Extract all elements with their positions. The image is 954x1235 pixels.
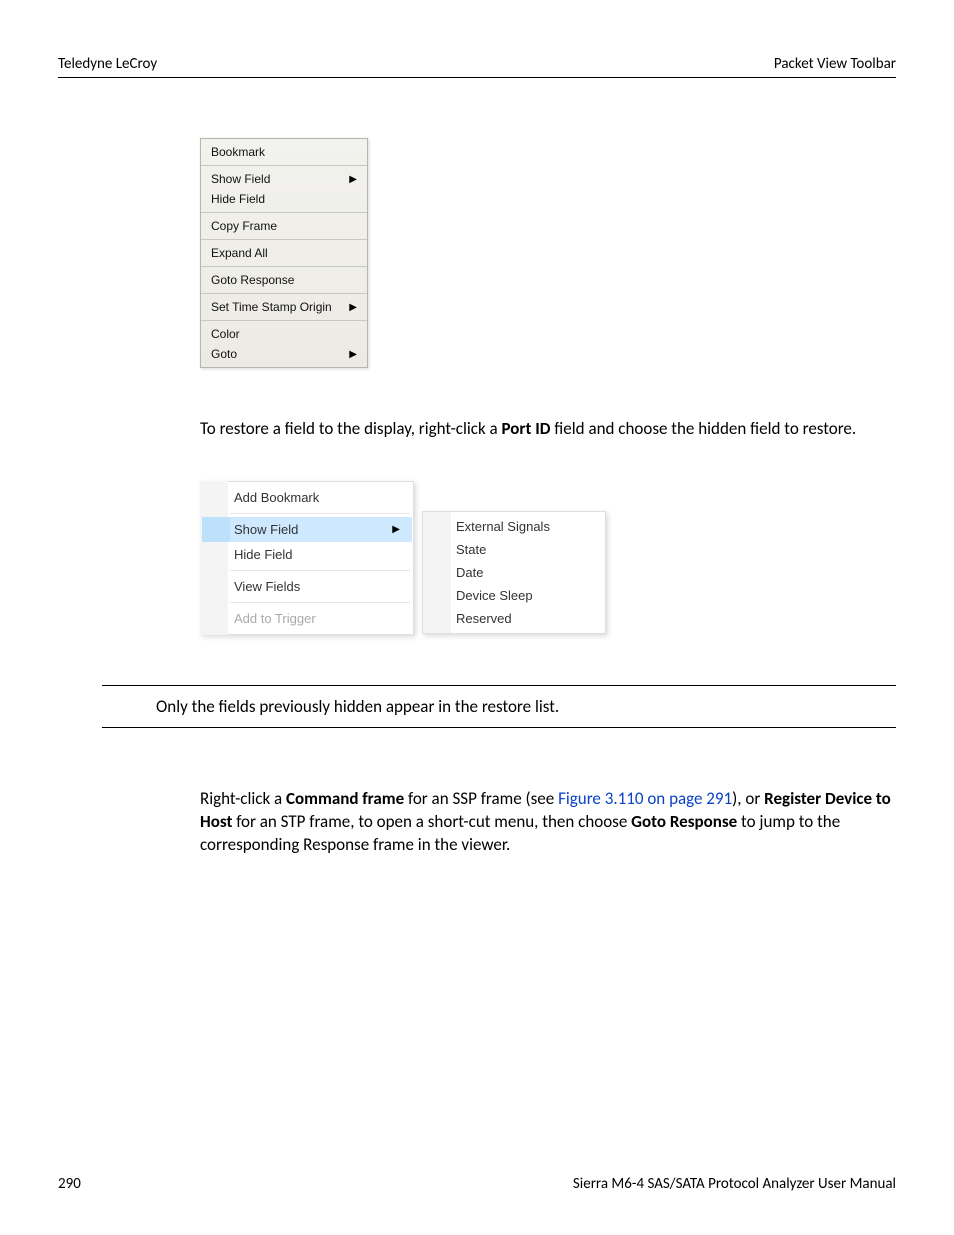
submenu-arrow-icon: ▶ <box>349 174 357 185</box>
note-box: Only the fields previously hidden appear… <box>102 685 896 728</box>
submenu-item-device-sleep[interactable]: Device Sleep <box>424 584 604 607</box>
menu-separator <box>230 570 410 571</box>
menu-item-set-timestamp-origin[interactable]: Set Time Stamp Origin▶ <box>201 297 367 317</box>
menu-item-goto[interactable]: Goto▶ <box>201 344 367 364</box>
page-header: Teledyne LeCroy Packet View Toolbar <box>58 55 896 78</box>
header-left: Teledyne LeCroy <box>58 55 157 73</box>
menu-item-copy-frame[interactable]: Copy Frame <box>201 216 367 236</box>
menu-separator <box>201 239 367 240</box>
page-number: 290 <box>58 1175 81 1193</box>
note-text: Only the fields previously hidden appear… <box>156 696 559 717</box>
menu-item-view-fields[interactable]: View Fields <box>202 574 412 599</box>
menu-item-hide-field[interactable]: Hide Field <box>202 542 412 567</box>
figure-link[interactable]: Figure 3.110 on page 291 <box>558 788 732 809</box>
paragraph-goto-response: Right-click a Command frame for an SSP f… <box>200 788 896 857</box>
header-right: Packet View Toolbar <box>774 55 896 73</box>
footer-title: Sierra M6-4 SAS/SATA Protocol Analyzer U… <box>573 1175 896 1193</box>
page-footer: 290 Sierra M6-4 SAS/SATA Protocol Analyz… <box>58 1175 896 1193</box>
menu-item-goto-response[interactable]: Goto Response <box>201 270 367 290</box>
submenu-arrow-icon: ▶ <box>349 349 357 360</box>
show-field-submenu: External Signals State Date Device Sleep… <box>422 511 606 634</box>
context-menu-2: Add Bookmark Show Field▶ Hide Field View… <box>200 481 414 635</box>
menu-separator <box>201 266 367 267</box>
menu-item-show-field[interactable]: Show Field▶ <box>201 169 367 189</box>
menu-item-hide-field[interactable]: Hide Field <box>201 189 367 209</box>
menu-item-bookmark[interactable]: Bookmark <box>201 142 367 162</box>
menu-item-color[interactable]: Color <box>201 324 367 344</box>
submenu-arrow-icon: ▶ <box>392 524 400 535</box>
paragraph-restore-field: To restore a field to the display, right… <box>200 418 896 441</box>
menu-separator <box>230 513 410 514</box>
menu-item-add-bookmark[interactable]: Add Bookmark <box>202 485 412 510</box>
menu-separator <box>201 293 367 294</box>
menu-item-show-field-highlighted[interactable]: Show Field▶ <box>202 517 412 542</box>
menu-separator <box>201 212 367 213</box>
submenu-item-external-signals[interactable]: External Signals <box>424 515 604 538</box>
submenu-arrow-icon: ▶ <box>349 302 357 313</box>
menu-item-expand-all[interactable]: Expand All <box>201 243 367 263</box>
menu-separator <box>201 165 367 166</box>
submenu-item-date[interactable]: Date <box>424 561 604 584</box>
submenu-item-reserved[interactable]: Reserved <box>424 607 604 630</box>
menu-separator <box>201 320 367 321</box>
context-menu-1: Bookmark Show Field▶ Hide Field Copy Fra… <box>200 138 368 368</box>
submenu-item-state[interactable]: State <box>424 538 604 561</box>
menu-separator <box>230 602 410 603</box>
menu-item-add-to-trigger: Add to Trigger <box>202 606 412 631</box>
